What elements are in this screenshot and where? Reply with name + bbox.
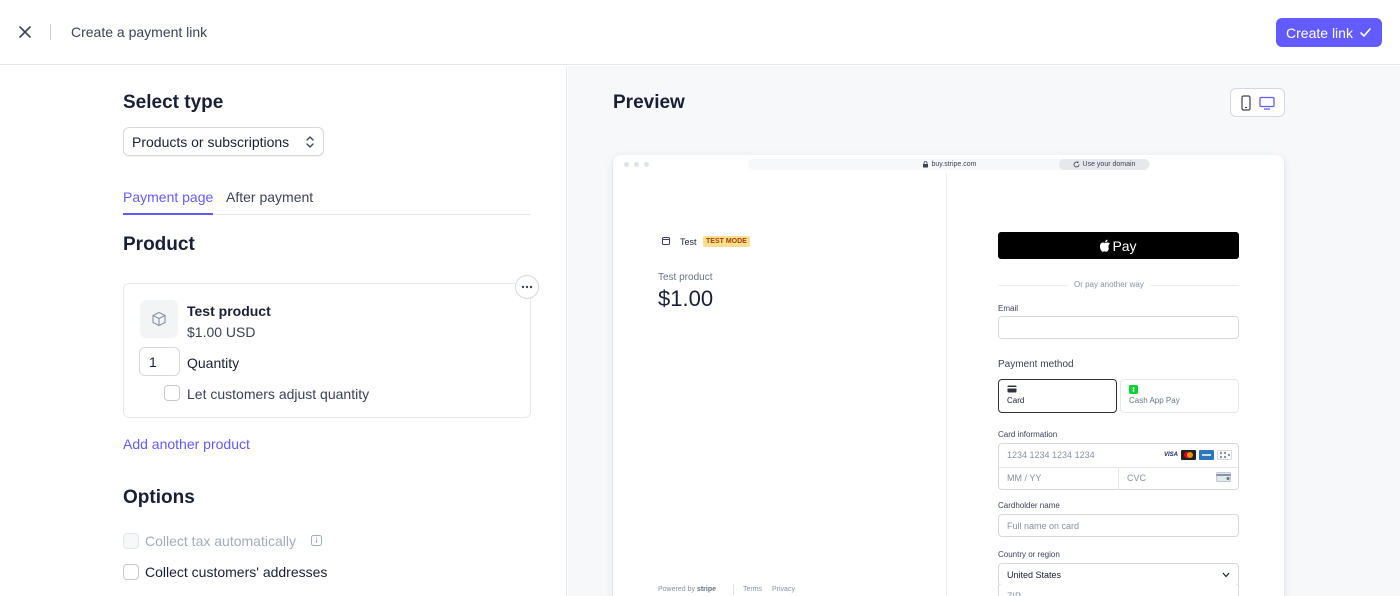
cardholder-label: Cardholder name <box>998 501 1060 510</box>
window-dot <box>624 162 629 167</box>
create-link-label: Create link <box>1286 24 1353 41</box>
checkout-preview-window: buy.stripe.com Use your domain Test TEST… <box>613 155 1284 596</box>
window-dot <box>634 162 639 167</box>
terms-link[interactable]: Terms <box>743 586 762 593</box>
footer-divider <box>733 584 734 595</box>
type-select-value: Products or subscriptions <box>132 133 290 150</box>
use-domain-label: Use your domain <box>1082 161 1136 168</box>
collect-address-checkbox[interactable] <box>123 564 139 580</box>
card-brands: VISA <box>1164 450 1233 460</box>
type-select[interactable]: Products or subscriptions <box>123 127 324 156</box>
powered-by-text: Powered by stripe <box>658 586 716 593</box>
stripe-logo: stripe <box>696 586 716 593</box>
cvc-field[interactable]: CVC <box>1127 473 1146 483</box>
adjust-quantity-label: Let customers adjust quantity <box>187 386 370 402</box>
apple-pay-label: Pay <box>1112 237 1137 254</box>
country-label: Country or region <box>998 550 1060 559</box>
tab-after-payment[interactable]: After payment <box>226 189 313 213</box>
card-info-label: Card information <box>998 430 1058 439</box>
page-title: Create a payment link <box>71 24 208 40</box>
lock-icon <box>922 161 928 168</box>
close-button[interactable] <box>14 21 36 43</box>
card-number-field[interactable]: 1234 1234 1234 1234 <box>1007 450 1095 460</box>
checkout-divider <box>946 173 947 596</box>
close-icon <box>19 26 31 38</box>
window-dot <box>644 162 649 167</box>
preview-product-name: Test product <box>658 272 713 283</box>
quantity-input[interactable]: 1 <box>139 347 180 376</box>
card-info-group: 1234 1234 1234 1234 VISA MM / YY CVC <box>998 443 1239 490</box>
mobile-icon <box>1241 94 1251 111</box>
apple-icon <box>1100 239 1111 252</box>
box-icon <box>152 311 166 327</box>
email-label: Email <box>998 304 1019 313</box>
card-info-divider <box>1118 467 1119 490</box>
product-card: Test product $1.00 USD 1 Quantity Let cu… <box>123 283 531 418</box>
add-product-link[interactable]: Add another product <box>123 436 250 452</box>
card-method-label: Card <box>1007 396 1025 405</box>
cardholder-field[interactable]: Full name on card <box>998 514 1239 537</box>
mobile-view-button[interactable] <box>1240 94 1252 111</box>
desktop-view-button[interactable] <box>1259 96 1275 110</box>
editor-pane: Select type Products or subscriptions Pa… <box>0 66 567 596</box>
tab-payment-page[interactable]: Payment page <box>123 189 214 215</box>
powered-by-label: Powered by <box>658 586 695 593</box>
product-thumbnail <box>140 300 178 338</box>
quantity-label: Quantity <box>187 355 240 371</box>
top-bar: Create a payment link Create link <box>0 0 1400 65</box>
privacy-link[interactable]: Privacy <box>772 586 795 593</box>
payment-method-card[interactable]: Card <box>998 379 1117 413</box>
payment-method-label: Payment method <box>998 359 1074 370</box>
email-field[interactable] <box>998 316 1239 339</box>
payment-method-cash-app[interactable]: Cash App Pay <box>1120 379 1239 413</box>
chevron-down-icon <box>1222 572 1230 577</box>
create-link-button[interactable]: Create link <box>1276 18 1382 47</box>
amex-icon <box>1199 450 1215 460</box>
preview-pane: Preview buy.stripe.com Use your domain T… <box>568 66 1400 596</box>
card-icon <box>1007 385 1017 393</box>
more-icon <box>521 285 533 289</box>
url-text: buy.stripe.com <box>931 161 977 168</box>
discover-icon <box>1217 450 1233 460</box>
product-name: Test product <box>187 303 271 319</box>
editor-tabs: Payment page After payment <box>123 189 531 215</box>
collect-tax-label: Collect tax automatically <box>145 533 296 549</box>
options-heading: Options <box>123 487 195 508</box>
cvc-icon <box>1216 472 1231 482</box>
use-domain-button[interactable]: Use your domain <box>1059 159 1149 170</box>
adjust-quantity-checkbox[interactable] <box>164 385 180 401</box>
country-value: United States <box>1007 569 1062 580</box>
visa-icon: VISA <box>1164 452 1179 458</box>
header-divider <box>50 24 51 40</box>
test-mode-badge: TEST MODE <box>703 236 750 247</box>
zip-field[interactable]: ZIP <box>998 585 1239 596</box>
preview-amount: $1.00 <box>658 286 714 311</box>
or-pay-text: Or pay another way <box>1068 280 1150 289</box>
country-select[interactable]: United States <box>998 563 1239 586</box>
cash-app-method-label: Cash App Pay <box>1129 396 1180 405</box>
cash-app-icon <box>1129 385 1138 394</box>
select-type-heading: Select type <box>123 92 224 113</box>
refresh-icon <box>1073 161 1079 168</box>
window-icon <box>662 237 670 245</box>
info-icon <box>311 535 322 546</box>
device-toggle <box>1230 88 1285 117</box>
collect-address-label: Collect customers' addresses <box>145 564 328 580</box>
collect-tax-checkbox[interactable] <box>123 533 139 549</box>
product-price: $1.00 USD <box>187 324 256 340</box>
browser-bar: buy.stripe.com Use your domain <box>613 155 1284 173</box>
merchant-name: Test <box>680 237 697 247</box>
desktop-icon <box>1259 96 1275 110</box>
chevron-updown-icon <box>306 135 314 148</box>
expiry-field[interactable]: MM / YY <box>1007 473 1041 483</box>
preview-heading: Preview <box>613 92 685 113</box>
product-heading: Product <box>123 234 195 255</box>
checkmark-icon <box>1360 28 1371 37</box>
product-more-button[interactable] <box>515 275 539 299</box>
mastercard-icon <box>1181 450 1197 460</box>
apple-pay-button[interactable]: Pay <box>998 232 1239 259</box>
